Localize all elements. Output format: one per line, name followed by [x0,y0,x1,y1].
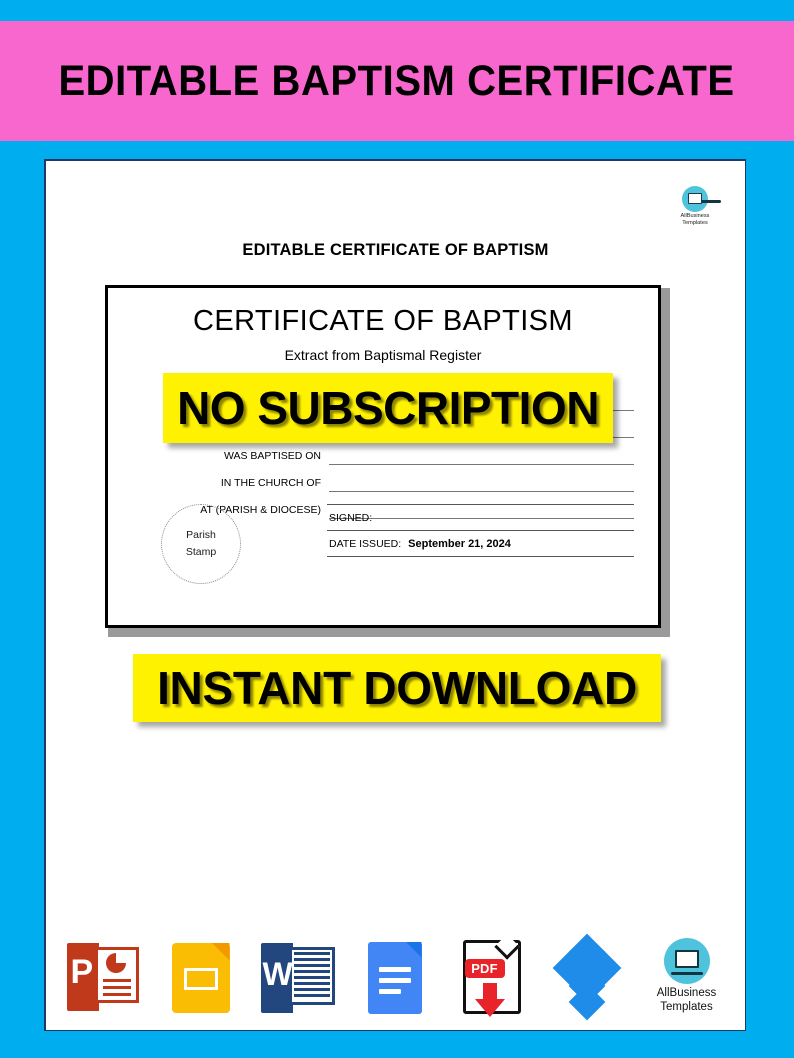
signature-block: SIGNED: DATE ISSUED: September 21, 2024 [327,504,634,557]
field-label-baptised-on: WAS BAPTISED ON [223,450,321,462]
allbusinesstemplates-logo[interactable]: AllBusiness Templates [645,938,729,1014]
pdf-download-icon[interactable]: PDF [451,933,535,1019]
certificate-title: CERTIFICATE OF BAPTISM [193,305,573,337]
allbusinesstemplates-badge-icon [663,938,710,985]
word-letter: W [262,955,293,992]
signed-row[interactable]: SIGNED: [327,504,634,530]
field-line-baptised-on[interactable] [329,444,634,465]
certificate-box: CERTIFICATE OF BAPTISM Extract from Bapt… [105,285,661,628]
no-subscription-text: NO SUBSCRIPTION [177,382,599,434]
watermark-line2: Templates [682,219,708,226]
watermark-line1: AllBusiness [680,213,710,219]
field-line-church-of[interactable] [329,471,634,492]
signature-block-bottom-rule [327,556,634,557]
word-icon[interactable]: W [257,935,341,1019]
document-page: AllBusiness Templates EDITABLE CERTIFICA… [46,161,745,1030]
field-label-church-of: IN THE CHURCH OF [220,477,321,489]
date-issued-label: DATE ISSUED: [329,537,402,550]
parish-stamp-circle: Parish Stamp [161,504,241,584]
form-row: IN THE CHURCH OF [108,465,658,492]
allbusinesstemplates-watermark: AllBusiness Templates [671,186,721,227]
parish-stamp-line1: Parish [186,529,216,541]
google-slides-icon[interactable] [160,935,244,1019]
date-issued-row[interactable]: DATE ISSUED: September 21, 2024 [327,530,634,556]
powerpoint-letter: P [70,952,94,991]
laptop-base-icon [670,972,703,976]
footer-logo-line2: Templates [660,1001,713,1013]
powerpoint-icon[interactable]: P [63,935,147,1019]
date-issued-value: September 21, 2024 [408,537,511,550]
pdf-label: PDF [464,958,505,978]
google-docs-icon[interactable] [354,935,438,1019]
file-format-icons: P W PDF AllBusiness Templates [46,923,745,1030]
certificate-subtitle: Extract from Baptismal Register [284,347,482,363]
signed-label: SIGNED: [329,511,373,524]
laptop-base-icon [689,200,721,203]
allbusinesstemplates-logo-icon [682,186,721,212]
no-subscription-sticker: NO SUBSCRIPTION [163,373,613,443]
parish-stamp-line2: Stamp [185,546,217,558]
header-banner: EDITABLE BAPTISM CERTIFICATE [0,21,794,141]
footer-logo-line1: AllBusiness [656,987,717,1000]
instant-download-text: INSTANT DOWNLOAD [157,662,637,714]
dropbox-icon[interactable] [548,933,632,1020]
document-heading: EDITABLE CERTIFICATE OF BAPTISM [242,241,549,259]
page-title: EDITABLE BAPTISM CERTIFICATE [58,56,736,105]
instant-download-sticker: INSTANT DOWNLOAD [133,654,661,722]
